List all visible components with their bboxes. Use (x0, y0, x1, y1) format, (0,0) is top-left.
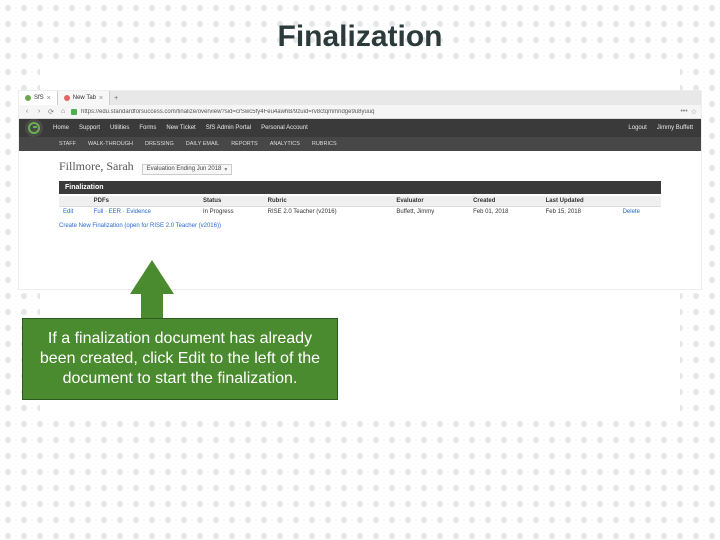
subnav-daily-email[interactable]: DAILY EMAIL (186, 141, 219, 147)
col-evaluator: Evaluator (392, 196, 469, 207)
subnav-reports[interactable]: REPORTS (231, 141, 258, 147)
slide-title: Finalization (0, 20, 720, 54)
subnav-dressing[interactable]: DRESSING (145, 141, 174, 147)
table-header-row: PDFs Status Rubric Evaluator Created Las… (59, 196, 661, 207)
create-new-finalization-link[interactable]: Create New Finalization (open for RISE 2… (59, 223, 661, 229)
tab-favicon-icon (64, 95, 70, 101)
browser-tabbar: SfS × New Tab × + (19, 91, 701, 105)
browser-tab-sfs[interactable]: SfS × (19, 91, 58, 105)
table-row: Edit Full · EER · Evidence In Progress R… (59, 206, 661, 217)
col-pdfs: PDFs (90, 196, 199, 207)
nav-logout[interactable]: Logout (628, 125, 646, 131)
forward-icon[interactable]: › (35, 108, 43, 116)
col-edit (59, 196, 90, 207)
nav-utilities[interactable]: Utilities (110, 125, 129, 131)
tab-label: New Tab (73, 95, 96, 101)
cell-created: Feb 01, 2018 (469, 206, 542, 217)
cell-updated: Feb 15, 2018 (542, 206, 619, 217)
subnav-rubrics[interactable]: RUBRICS (312, 141, 337, 147)
close-icon[interactable]: × (47, 95, 51, 102)
nav-support[interactable]: Support (79, 125, 100, 131)
cell-rubric: RISE 2.0 Teacher (v2016) (264, 206, 393, 217)
col-status: Status (199, 196, 264, 207)
browser-screenshot: SfS × New Tab × + ‹ › ⟳ ⌂ https://edu.st… (18, 90, 702, 290)
close-icon[interactable]: × (99, 95, 103, 102)
nav-username[interactable]: Jimmy Buffett (657, 125, 693, 131)
browser-address-bar: ‹ › ⟳ ⌂ https://edu.standardforsuccess.c… (19, 105, 701, 119)
more-icon[interactable]: ••• (680, 108, 687, 115)
browser-tab-new[interactable]: New Tab × (58, 91, 110, 105)
nav-home[interactable]: Home (53, 125, 69, 131)
tab-favicon-icon (25, 95, 31, 101)
section-header: Finalization (59, 181, 661, 194)
subnav-walkthrough[interactable]: WALK-THROUGH (88, 141, 133, 147)
chevron-down-icon: ▾ (224, 166, 227, 173)
col-rubric: Rubric (264, 196, 393, 207)
home-icon[interactable]: ⌂ (59, 108, 67, 116)
back-icon[interactable]: ‹ (23, 108, 31, 116)
col-created: Created (469, 196, 542, 207)
tab-label: SfS (34, 95, 44, 101)
bookmark-icon[interactable]: ☆ (691, 108, 697, 116)
cell-evaluator: Buffett, Jimmy (392, 206, 469, 217)
arrow-up-icon (130, 260, 174, 294)
delete-link[interactable]: Delete (619, 206, 661, 217)
cell-status: In Progress (199, 206, 264, 217)
app-top-nav: Home Support Utilities Forms New Ticket … (19, 119, 701, 137)
nav-personal-account[interactable]: Personal Account (261, 125, 308, 131)
evaluation-dropdown[interactable]: Evaluation Ending Jun 2018 ▾ (142, 164, 233, 175)
callout-text: If a finalization document has already b… (40, 330, 320, 387)
evaluation-dropdown-label: Evaluation Ending Jun 2018 (147, 166, 222, 172)
nav-new-ticket[interactable]: New Ticket (166, 125, 195, 131)
nav-forms[interactable]: Forms (139, 125, 156, 131)
subnav-staff[interactable]: STAFF (59, 141, 76, 147)
page-content: Fillmore, Sarah Evaluation Ending Jun 20… (19, 151, 701, 237)
col-updated: Last Updated (542, 196, 619, 207)
url-field[interactable]: https://edu.standardforsuccess.com/final… (81, 109, 676, 115)
nav-admin-portal[interactable]: SfS Admin Portal (206, 125, 251, 131)
person-name: Fillmore, Sarah (59, 159, 134, 174)
app-sub-nav: STAFF WALK-THROUGH DRESSING DAILY EMAIL … (19, 137, 701, 151)
finalization-table: PDFs Status Rubric Evaluator Created Las… (59, 196, 661, 217)
callout-box: If a finalization document has already b… (22, 318, 338, 400)
lock-icon (71, 109, 77, 115)
callout-arrow (130, 260, 174, 324)
reload-icon[interactable]: ⟳ (47, 108, 55, 116)
new-tab-button[interactable]: + (110, 91, 122, 105)
pdfs-links[interactable]: Full · EER · Evidence (90, 206, 199, 217)
app-logo-icon[interactable] (25, 119, 43, 137)
col-delete (619, 196, 661, 207)
subnav-analytics[interactable]: ANALYTICS (270, 141, 300, 147)
edit-link[interactable]: Edit (59, 206, 90, 217)
